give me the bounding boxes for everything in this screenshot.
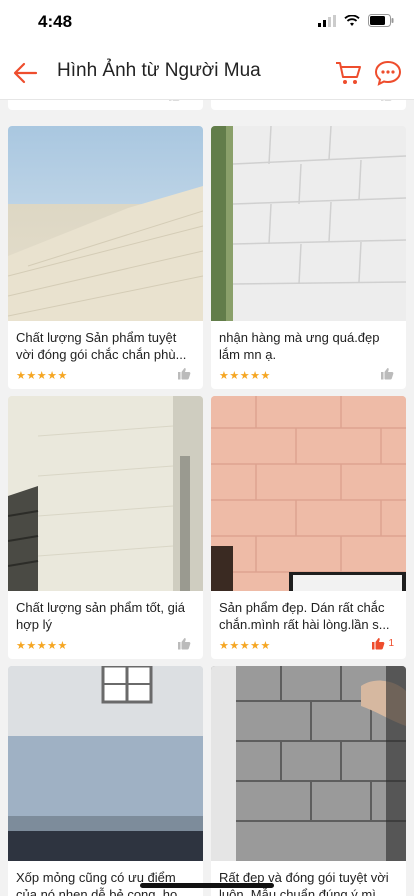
review-text: Rất đẹp và đóng gói tuyệt vời luôn. Mẫu … (219, 870, 389, 896)
back-button[interactable] (12, 59, 40, 87)
nav-bar: Hình Ảnh từ Người Mua (0, 46, 414, 100)
rating-stars: ★★★★★ (16, 640, 68, 652)
rating-stars: ★★★★★ (16, 370, 68, 382)
review-photo[interactable] (8, 126, 203, 321)
battery-icon (368, 14, 394, 27)
rating-stars: ★★★★★ (219, 640, 271, 652)
like-button[interactable]: 1 (371, 637, 394, 650)
like-button[interactable]: 1 (168, 100, 191, 101)
page-title: Hình Ảnh từ Người Mua (57, 60, 261, 81)
status-icons (318, 14, 394, 27)
review-text: Chất lượng Sản phẩm tuyệt vời đóng gói c… (16, 330, 187, 362)
status-time: 4:48 (38, 12, 73, 31)
review-image-grid[interactable]: ★★★★★ 1 ★★★★★ Chất lượng Sản phẩm tuyệt … (0, 100, 414, 896)
thumbs-up-icon (169, 100, 180, 101)
review-photo[interactable] (211, 126, 406, 321)
cart-icon (336, 62, 361, 84)
review-text: Xốp mỏng cũng có ưu điểm của nó nhẹn dễ … (16, 870, 189, 896)
review-photo[interactable] (8, 666, 203, 861)
like-button[interactable] (380, 100, 394, 101)
review-text: nhận hàng mà ưng quá.đẹp lắm mn ạ. (219, 330, 380, 362)
review-card[interactable]: Sản phẩm đẹp. Dán rất chắc chắn.mình rất… (211, 396, 406, 659)
review-photo[interactable] (211, 396, 406, 591)
status-bar: 4:48 (0, 0, 414, 46)
home-indicator[interactable] (140, 883, 274, 888)
review-card[interactable]: Rất đẹp và đóng gói tuyệt vời luôn. Mẫu … (211, 666, 406, 896)
like-button[interactable] (177, 637, 191, 650)
arrow-left-icon (13, 62, 38, 84)
thumbs-up-icon (381, 100, 392, 101)
review-text: Chất lượng sản phẩm tốt, giá hợp lý (16, 600, 185, 632)
review-card-partial-right[interactable]: ★★★★★ (211, 100, 406, 110)
review-card[interactable]: Chất lượng sản phẩm tốt, giá hợp lý ★★★★… (8, 396, 203, 659)
wifi-icon (344, 14, 360, 26)
like-button[interactable] (380, 367, 394, 380)
review-text: Sản phẩm đẹp. Dán rất chắc chắn.mình rất… (219, 600, 390, 632)
rating-stars: ★★★★★ (219, 100, 271, 103)
signal-icon (318, 14, 336, 27)
thumbs-up-icon (381, 368, 394, 380)
cart-button[interactable] (334, 59, 362, 87)
review-card[interactable]: Xốp mỏng cũng có ưu điểm của nó nhẹn dễ … (8, 666, 203, 896)
review-card-partial-left[interactable]: ★★★★★ 1 (8, 100, 203, 110)
review-photo[interactable] (8, 396, 203, 591)
rating-stars: ★★★★★ (219, 370, 271, 382)
review-card[interactable]: nhận hàng mà ưng quá.đẹp lắm mn ạ. ★★★★★ (211, 126, 406, 389)
review-photo[interactable] (211, 666, 406, 861)
thumbs-up-icon (178, 368, 191, 380)
like-count: 1 (388, 638, 394, 649)
chat-button[interactable] (374, 59, 402, 87)
thumbs-up-icon (372, 638, 385, 650)
thumbs-up-icon (178, 638, 191, 650)
review-card[interactable]: Chất lượng Sản phẩm tuyệt vời đóng gói c… (8, 126, 203, 389)
rating-stars: ★★★★★ (16, 100, 68, 103)
chat-icon (374, 60, 402, 86)
like-button[interactable] (177, 367, 191, 380)
